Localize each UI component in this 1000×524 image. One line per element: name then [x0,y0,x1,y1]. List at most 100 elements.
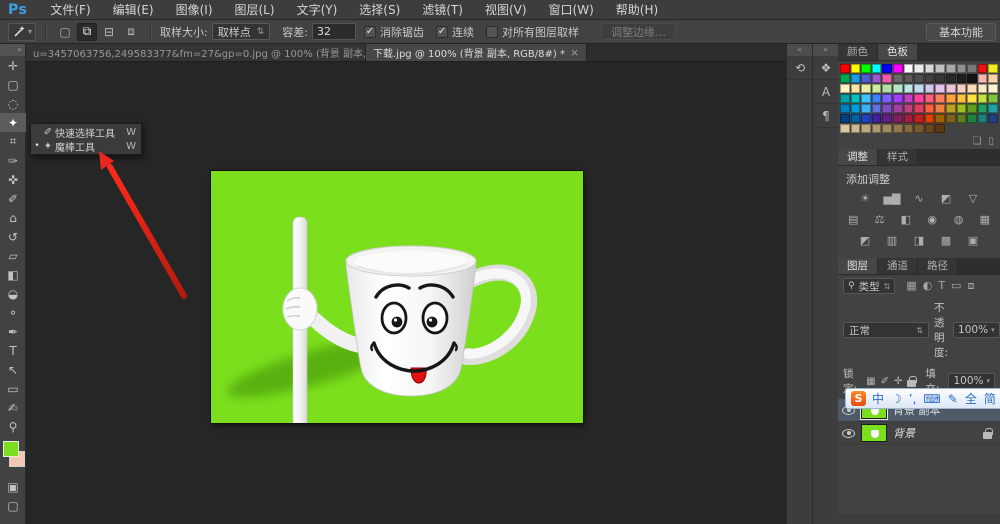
color-swatch[interactable] [978,124,988,133]
color-swatch[interactable] [840,64,850,73]
type-tool[interactable]: T [0,341,26,360]
ime-keyboard-icon[interactable]: ⌨ [923,393,940,405]
color-swatch[interactable] [935,84,945,93]
color-swatch[interactable] [871,94,882,103]
blend-mode-dropdown[interactable]: 正常 ⇅ [843,322,929,338]
brush-panel-icon[interactable]: ❖ [813,56,839,80]
color-balance-icon[interactable]: ⚖ [870,212,888,226]
menu-item-6[interactable]: 滤镜(T) [411,0,474,20]
menu-item-9[interactable]: 帮助(H) [605,0,669,20]
workspace-switcher-button[interactable]: 基本功能 [926,22,996,41]
color-swatch[interactable] [914,104,924,113]
filter-type-icon[interactable]: T [938,279,945,293]
eyedropper-tool[interactable]: ✑ [0,151,26,170]
lock-position-icon[interactable]: ✛ [894,376,902,387]
color-swatch[interactable] [861,94,871,103]
filter-pixel-icon[interactable]: ▦ [906,279,916,293]
color-swatch[interactable] [924,74,935,83]
color-swatch[interactable] [924,64,935,73]
color-swatch[interactable] [871,64,882,73]
character-panel-icon[interactable]: A [813,80,839,104]
color-swatch[interactable] [850,64,861,73]
color-swatch[interactable] [924,94,935,103]
menu-item-1[interactable]: 编辑(E) [102,0,165,20]
crop-tool[interactable]: ⌗ [0,132,26,151]
expand-panels-button[interactable]: « [813,44,838,56]
color-swatch[interactable] [914,94,924,103]
contiguous-checkbox[interactable]: ✓ 连续 [436,24,474,40]
lasso-tool[interactable]: ◌ [0,94,26,113]
invert-icon[interactable]: ◩ [856,233,875,247]
color-swatch[interactable] [956,84,967,93]
history-panel-icon[interactable]: ⟲ [787,56,813,80]
color-swatch[interactable] [882,104,892,113]
color-swatch[interactable] [903,84,914,93]
add-to-selection-icon[interactable]: ⧉ [77,22,98,41]
layers-tab-通道[interactable]: 通道 [878,258,918,274]
color-swatch[interactable] [903,124,914,133]
color-swatch[interactable] [861,64,871,73]
tool-preset-picker[interactable]: ▾ [8,22,37,41]
healing-brush-tool[interactable]: ✜ [0,170,26,189]
paragraph-panel-icon[interactable]: ¶ [813,104,839,128]
color-swatch[interactable] [957,124,967,133]
ime-handwriting-icon[interactable]: ✎ [948,393,958,405]
blur-tool[interactable]: ◒ [0,284,26,303]
color-swatch[interactable] [893,124,903,133]
ime-fullwidth-icon[interactable]: 全 [965,393,977,405]
menu-item-0[interactable]: 文件(F) [39,0,101,20]
color-swatch[interactable] [840,124,850,133]
color-swatch[interactable] [956,94,967,103]
filter-adjustment-icon[interactable]: ◐ [923,279,933,293]
fill-input[interactable]: 100% ▾ [948,373,995,389]
layers-tab-图层[interactable]: 图层 [838,258,878,274]
color-swatch[interactable] [871,74,882,83]
color-swatch[interactable] [882,94,892,103]
color-swatch[interactable] [967,74,977,83]
magic-wand-tool[interactable]: ✦ [0,113,26,132]
screen-mode-button[interactable]: ▢ [0,496,26,515]
color-swatch[interactable] [861,84,871,93]
curves-icon[interactable]: ∿ [910,191,929,205]
dodge-tool[interactable]: ⚬ [0,303,26,322]
color-swatch[interactable] [903,104,914,113]
zoom-tool[interactable]: ⚲ [0,417,26,436]
foreground-color-swatch[interactable] [3,441,19,457]
color-swatch[interactable] [924,104,935,113]
color-swatch[interactable] [977,64,988,73]
color-swatch[interactable] [977,114,988,123]
sample-all-layers-checkbox[interactable]: ✓ 对所有图层取样 [486,24,579,40]
photo-filter-icon[interactable]: ◉ [923,212,941,226]
ime-simplified-icon[interactable]: 简 [984,393,996,405]
color-swatch[interactable] [914,124,924,133]
move-tool[interactable]: ✛ [0,56,26,75]
color-swatch[interactable] [946,84,956,93]
color-swatch[interactable] [871,104,882,113]
color-swatch[interactable] [977,94,988,103]
color-swatch[interactable] [967,84,977,93]
quick-mask-button[interactable]: ▣ [0,477,26,496]
new-selection-icon[interactable]: ▢ [55,23,75,41]
pen-tool[interactable]: ✒ [0,322,26,341]
layer-row-1[interactable]: 背景 [838,422,1000,445]
color-swatch[interactable] [967,104,977,113]
color-swatch[interactable] [893,94,903,103]
color-swatch[interactable] [893,114,903,123]
brightness-contrast-icon[interactable]: ☀ [856,191,875,205]
channel-mixer-icon[interactable]: ◍ [949,212,967,226]
menu-item-5[interactable]: 选择(S) [348,0,411,20]
color-swatch[interactable] [935,124,945,133]
adjustments-tab-样式[interactable]: 样式 [878,149,918,165]
color-swatch[interactable] [935,94,945,103]
color-swatch[interactable] [946,94,956,103]
color-swatch[interactable] [956,64,967,73]
color-swatch[interactable] [946,64,956,73]
color-swatch[interactable] [977,104,988,113]
color-swatch[interactable] [882,114,892,123]
color-swatch[interactable] [946,104,956,113]
color-swatch[interactable] [967,124,977,133]
lock-transparent-icon[interactable]: ▦ [866,376,875,387]
color-swatch[interactable] [946,124,956,133]
color-swatch[interactable] [988,64,998,73]
color-swatch[interactable] [988,74,998,83]
